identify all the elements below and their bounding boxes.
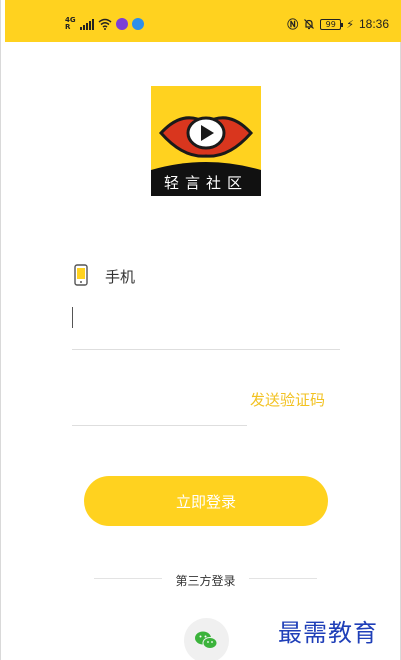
logo-text: 轻言社区 <box>163 174 248 192</box>
phone-input[interactable] <box>72 307 73 328</box>
code-input-underline[interactable] <box>72 425 247 426</box>
battery-icon: 99 <box>320 18 344 30</box>
status-bar-right: Ⓝ 99 ⚡ 18:36 <box>287 17 389 31</box>
login-button[interactable]: 立即登录 <box>84 476 328 526</box>
phone-input-underline <box>72 349 340 350</box>
phone-icon <box>74 264 88 286</box>
divider-right <box>249 578 317 579</box>
charging-icon: ⚡ <box>346 17 354 31</box>
network-subtype: R <box>65 23 71 31</box>
nfc-icon: Ⓝ <box>287 17 299 31</box>
status-bar-left: 4G R <box>65 17 144 31</box>
divider-left <box>94 578 162 579</box>
app-notification-icon <box>115 18 128 30</box>
network-type-indicator: 4G R <box>65 17 76 31</box>
status-time: 18:36 <box>358 17 389 31</box>
wechat-login-button[interactable] <box>184 618 229 660</box>
mute-bell-icon <box>304 19 315 30</box>
third-party-label: 第三方登录 <box>175 574 236 588</box>
app-logo: 轻言社区 <box>151 86 261 196</box>
wifi-icon <box>98 18 112 30</box>
watermark: 最需教育 <box>278 619 378 647</box>
browser-notification-icon <box>131 18 144 30</box>
send-code-button[interactable]: 发送验证码 <box>250 389 325 410</box>
battery-level: 99 <box>325 19 336 29</box>
status-bar: 4G R Ⓝ 99 ⚡ 18:36 <box>5 0 401 42</box>
wechat-icon <box>195 631 218 649</box>
signal-icon <box>79 18 94 30</box>
phone-label: 手机 <box>105 268 136 286</box>
